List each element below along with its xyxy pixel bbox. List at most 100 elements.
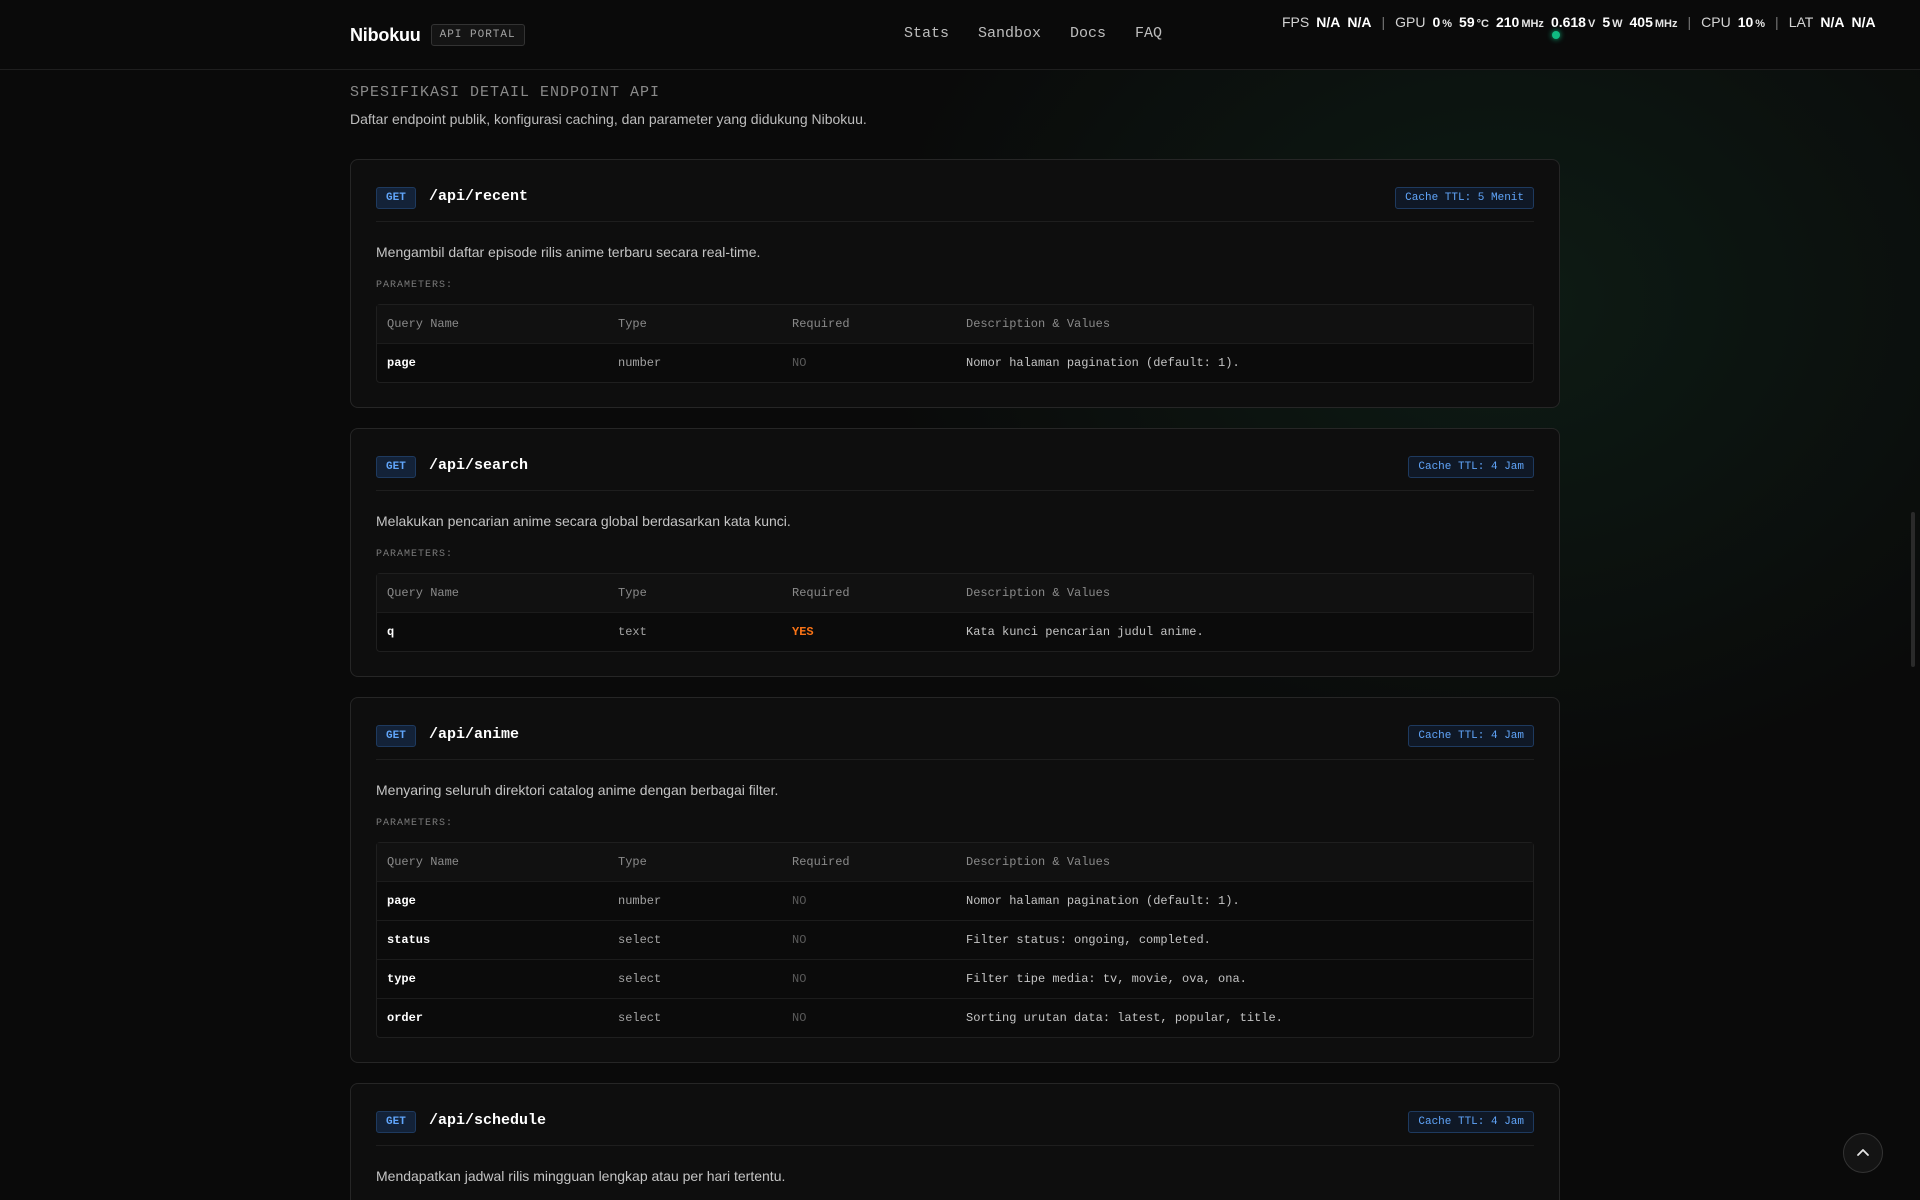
param-required: NO <box>792 356 807 370</box>
params-label: PARAMETERS: <box>376 818 454 829</box>
brand[interactable]: Nibokuu API PORTAL <box>350 24 525 46</box>
col-required: Required <box>792 317 850 331</box>
method-badge: GET <box>376 187 416 209</box>
gpu-temp-unit: °C <box>1476 18 1489 30</box>
section-subtitle: Daftar endpoint publik, konfigurasi cach… <box>350 111 867 127</box>
page-scrollbar[interactable] <box>1911 512 1915 667</box>
table-header-row: Query Name Type Required Description & V… <box>377 843 1533 881</box>
gpu-mem: 405 <box>1629 14 1653 30</box>
gpu-power: 5 <box>1602 14 1611 30</box>
gpu-util-unit: % <box>1442 18 1453 30</box>
gpu-clock-unit: MHz <box>1521 18 1544 30</box>
endpoint-description: Mendapatkan jadwal rilis mingguan lengka… <box>376 1168 786 1184</box>
separator: | <box>1381 14 1386 30</box>
fps-value-2: N/A <box>1347 14 1372 30</box>
param-required: YES <box>792 625 814 639</box>
param-type: text <box>618 625 647 639</box>
table-row: page number NO Nomor halaman pagination … <box>377 881 1533 920</box>
params-table: Query Name Type Required Description & V… <box>376 842 1534 1038</box>
endpoint-card-recent: GET /api/recent Cache TTL: 5 Menit Menga… <box>350 159 1560 408</box>
table-header-row: Query Name Type Required Description & V… <box>377 574 1533 612</box>
cache-ttl-badge: Cache TTL: 4 Jam <box>1408 725 1534 747</box>
table-row: status select NO Filter status: ongoing,… <box>377 920 1533 959</box>
endpoint-header: GET /api/schedule Cache TTL: 4 Jam <box>376 1084 1534 1146</box>
col-required: Required <box>792 855 850 869</box>
param-description: Filter status: ongoing, completed. <box>966 933 1211 947</box>
method-badge: GET <box>376 725 416 747</box>
col-required: Required <box>792 586 850 600</box>
col-type: Type <box>618 855 647 869</box>
param-description: Nomor halaman pagination (default: 1). <box>966 356 1240 370</box>
cpu-util-unit: % <box>1755 18 1766 30</box>
table-row: type select NO Filter tipe media: tv, mo… <box>377 959 1533 998</box>
params-table: Query Name Type Required Description & V… <box>376 573 1534 652</box>
nav-docs[interactable]: Docs <box>1070 25 1106 42</box>
endpoint-path[interactable]: /api/search <box>429 457 528 474</box>
param-description: Nomor halaman pagination (default: 1). <box>966 894 1240 908</box>
col-description: Description & Values <box>966 317 1111 331</box>
main-nav: Stats Sandbox Docs FAQ <box>904 25 1162 42</box>
param-name: page <box>387 894 416 908</box>
lat-value: N/A <box>1820 14 1845 30</box>
param-type: number <box>618 894 662 908</box>
nav-stats[interactable]: Stats <box>904 25 949 42</box>
method-badge: GET <box>376 456 416 478</box>
performance-overlay: FPS N/A N/A | GPU 0 % 59 °C 210 MHz 0.61… <box>1282 14 1876 30</box>
param-name: status <box>387 933 431 947</box>
cpu-util: 10 <box>1737 14 1754 30</box>
api-portal-badge: API PORTAL <box>430 24 525 46</box>
params-label: PARAMETERS: <box>376 280 454 291</box>
separator: | <box>1687 14 1692 30</box>
nav-sandbox[interactable]: Sandbox <box>978 25 1041 42</box>
lat-value-2: N/A <box>1851 14 1876 30</box>
param-type: number <box>618 356 662 370</box>
endpoint-path[interactable]: /api/anime <box>429 726 519 743</box>
gpu-temp: 59 <box>1459 14 1475 30</box>
separator: | <box>1775 14 1779 30</box>
param-description: Sorting urutan data: latest, popular, ti… <box>966 1011 1283 1025</box>
endpoint-description: Melakukan pencarian anime secara global … <box>376 513 791 529</box>
cache-ttl-badge: Cache TTL: 4 Jam <box>1408 1111 1534 1133</box>
col-description: Description & Values <box>966 855 1111 869</box>
gpu-clock: 210 <box>1495 14 1520 30</box>
param-type: select <box>618 972 662 986</box>
lat-label: LAT <box>1788 14 1814 30</box>
param-description: Filter tipe media: tv, movie, ova, ona. <box>966 972 1247 986</box>
endpoint-description: Mengambil daftar episode rilis anime ter… <box>376 244 761 260</box>
col-query-name: Query Name <box>387 586 460 600</box>
endpoint-card-anime: GET /api/anime Cache TTL: 4 Jam Menyarin… <box>350 697 1560 1063</box>
param-name: q <box>387 625 395 639</box>
brand-name: Nibokuu <box>350 24 421 45</box>
col-type: Type <box>618 586 647 600</box>
endpoint-header: GET /api/anime Cache TTL: 4 Jam <box>376 698 1534 760</box>
endpoint-path[interactable]: /api/schedule <box>429 1112 546 1129</box>
gpu-label: GPU <box>1395 14 1426 30</box>
endpoint-card-search: GET /api/search Cache TTL: 4 Jam Melakuk… <box>350 428 1560 677</box>
endpoint-path[interactable]: /api/recent <box>429 188 528 205</box>
table-row: q text YES Kata kunci pencarian judul an… <box>377 612 1533 651</box>
param-type: select <box>618 1011 662 1025</box>
table-row: page number NO Nomor halaman pagination … <box>377 343 1533 382</box>
gpu-power-unit: W <box>1612 18 1623 30</box>
cache-ttl-badge: Cache TTL: 5 Menit <box>1395 187 1534 209</box>
params-table: Query Name Type Required Description & V… <box>376 304 1534 383</box>
endpoint-description: Menyaring seluruh direktori catalog anim… <box>376 782 779 798</box>
table-header-row: Query Name Type Required Description & V… <box>377 305 1533 343</box>
gpu-mem-unit: MHz <box>1654 18 1678 30</box>
param-name: type <box>387 972 416 986</box>
method-badge: GET <box>376 1111 416 1133</box>
endpoint-card-schedule: GET /api/schedule Cache TTL: 4 Jam Menda… <box>350 1083 1560 1200</box>
param-required: NO <box>792 933 807 947</box>
param-type: select <box>618 933 662 947</box>
fps-label: FPS <box>1282 14 1310 30</box>
scroll-to-top-button[interactable] <box>1843 1133 1883 1173</box>
param-required: NO <box>792 1011 807 1025</box>
cache-ttl-badge: Cache TTL: 4 Jam <box>1408 456 1534 478</box>
fps-value: N/A <box>1316 14 1341 30</box>
param-required: NO <box>792 972 807 986</box>
cpu-label: CPU <box>1701 14 1731 30</box>
endpoint-header: GET /api/recent Cache TTL: 5 Menit <box>376 160 1534 222</box>
endpoint-header: GET /api/search Cache TTL: 4 Jam <box>376 429 1534 491</box>
nav-faq[interactable]: FAQ <box>1135 25 1162 42</box>
status-indicator <box>1552 31 1560 39</box>
